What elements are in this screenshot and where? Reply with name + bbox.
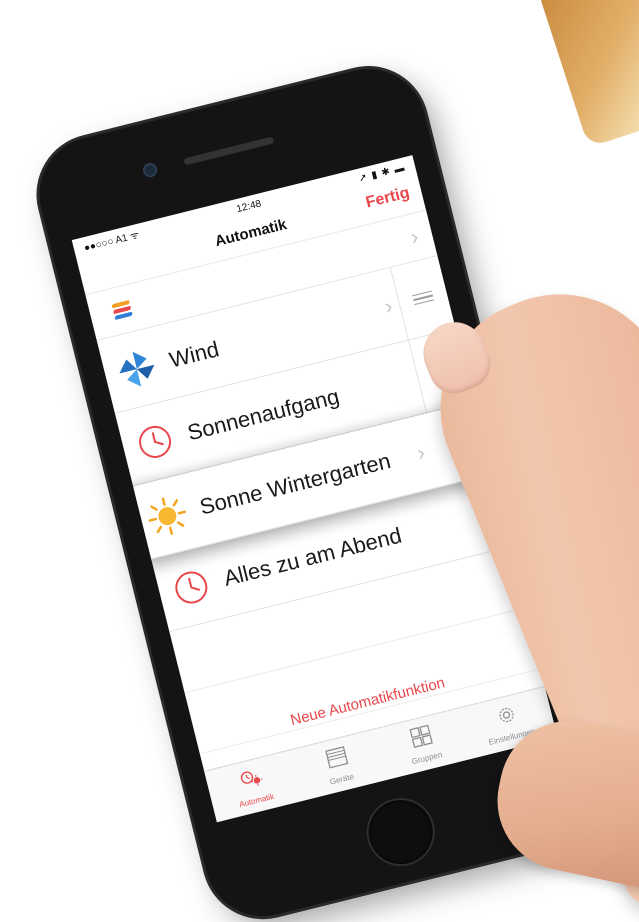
tab-geraete[interactable]: Geräte: [295, 738, 382, 793]
list-item-label: Wind: [166, 336, 222, 373]
pinwheel-icon: [110, 342, 163, 395]
app-logo-icon: [95, 283, 148, 336]
clock-icon: [165, 561, 218, 614]
list-item-label: Sonnenaufgang: [184, 383, 342, 446]
shutter-icon: [323, 745, 350, 775]
scene: ●●○○○ A1 ᯤ 12:48 ➚ ▮ ✱ ▬ Automatik Ferti…: [0, 0, 639, 922]
chevron-right-icon: ›: [407, 223, 421, 250]
gear-icon: [493, 702, 520, 732]
chevron-right-icon: ›: [414, 439, 428, 466]
earpiece-speaker: [183, 136, 275, 166]
wood-surface: [536, 0, 639, 148]
clock-icon: [128, 415, 181, 468]
status-time: 12:48: [235, 197, 263, 215]
clock-sun-icon: [238, 766, 265, 796]
chevron-right-icon: ›: [381, 292, 395, 319]
tab-label: Geräte: [328, 771, 355, 787]
tab-automatik[interactable]: Automatik: [210, 759, 297, 814]
front-camera: [141, 161, 159, 179]
done-button[interactable]: Fertig: [364, 184, 411, 212]
grid-icon: [408, 723, 435, 753]
sun-icon: [141, 489, 194, 542]
home-button[interactable]: [361, 793, 440, 871]
tab-gruppen[interactable]: Gruppen: [380, 716, 467, 771]
